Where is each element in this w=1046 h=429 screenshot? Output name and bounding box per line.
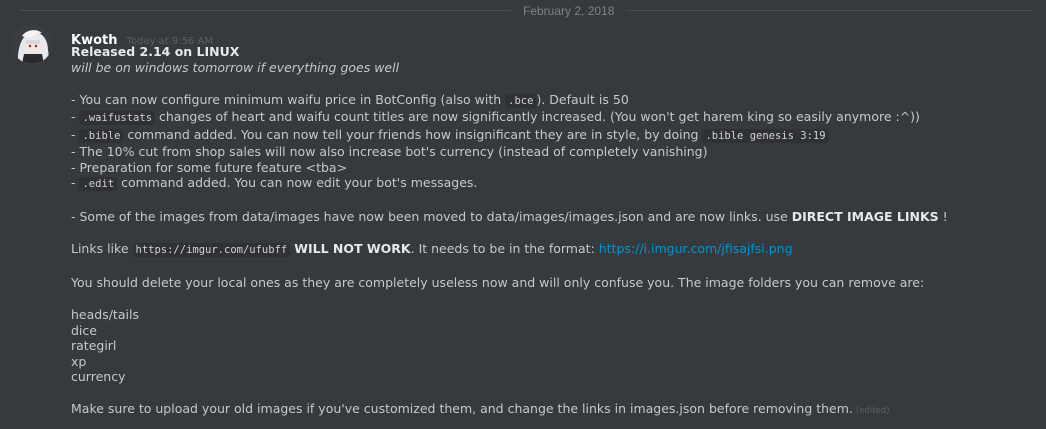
folder-item: xp: [71, 353, 87, 369]
folder-item: currency: [71, 369, 126, 384]
date-divider-label: February 2, 2018: [511, 3, 627, 19]
change-item: - The 10% cut from shop sales will now a…: [71, 144, 708, 159]
release-title: Released 2.14 on LINUX: [71, 44, 240, 59]
change-item: - .bible command added. You can now tell…: [71, 127, 1031, 145]
code-snippet: .bible genesis 3:19: [702, 128, 829, 143]
avatar-image: [12, 24, 52, 64]
release-subtitle: will be on windows tomorrow if everythin…: [71, 59, 400, 75]
final-note: Make sure to upload your old images if y…: [71, 401, 890, 416]
avatar[interactable]: [12, 24, 52, 64]
change-item: - .waifustats changes of heart and waifu…: [71, 109, 920, 125]
images-note: - Some of the images from data/images ha…: [71, 209, 948, 224]
folder-item: dice: [71, 322, 97, 338]
folder-item: heads/tails: [71, 307, 139, 322]
links-note: Links like https://imgur.com/ufubff WILL…: [71, 241, 793, 257]
code-snippet: .waifustats: [79, 111, 156, 125]
change-item: - .edit command added. You can now edit …: [71, 175, 478, 191]
change-item: - You can now configure minimum waifu pr…: [71, 91, 629, 108]
emphasis-text: WILL NOT WORK: [294, 241, 411, 256]
code-snippet: .bce: [505, 93, 537, 108]
delete-note: You should delete your local ones as the…: [71, 275, 925, 290]
code-snippet: .edit: [79, 177, 118, 191]
message-content: Released 2.14 on LINUX will be on window…: [71, 44, 1031, 420]
code-snippet: https://imgur.com/ufubff: [132, 243, 291, 257]
edited-label: (edited): [855, 406, 890, 416]
example-link[interactable]: https://i.imgur.com/jfisajfsi.png: [599, 241, 793, 256]
emphasis-text: DIRECT IMAGE LINKS: [791, 209, 939, 224]
code-snippet: .bible: [79, 128, 124, 143]
folder-item: rategirl: [71, 338, 117, 353]
change-item: - Preparation for some future feature <t…: [71, 159, 348, 175]
